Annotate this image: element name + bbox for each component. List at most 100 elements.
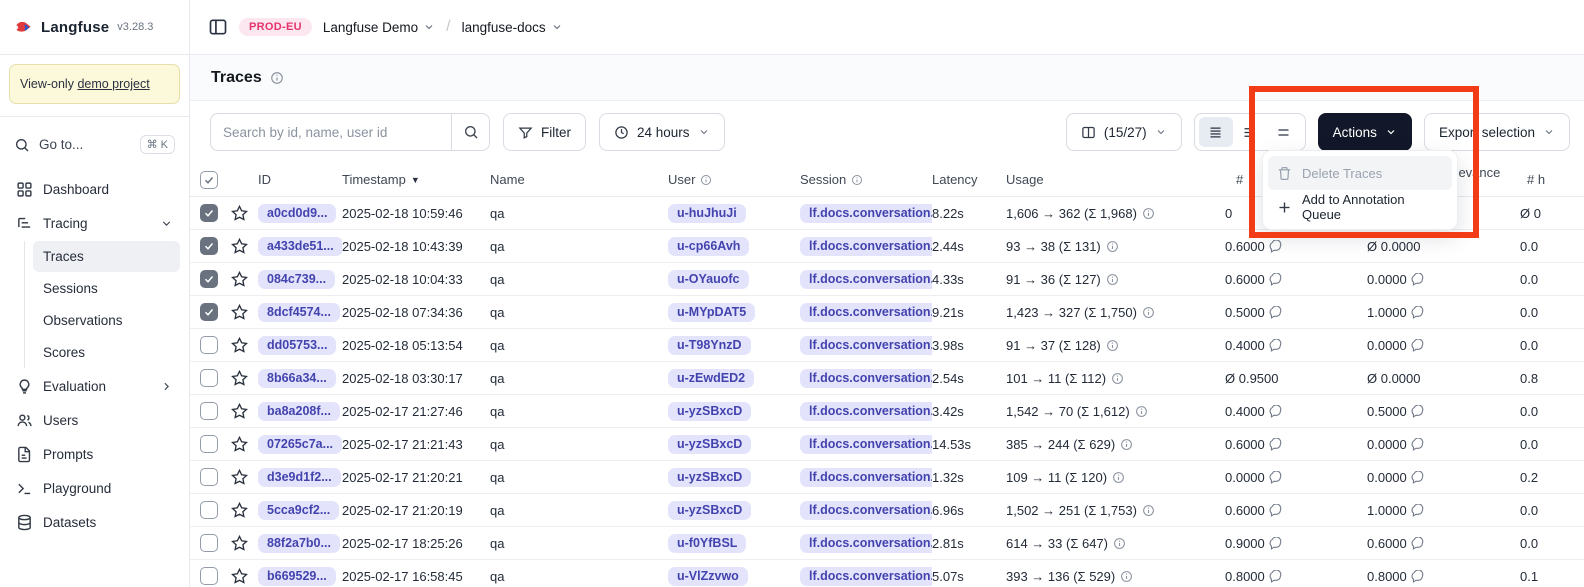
bookmark-star-icon[interactable]: [230, 303, 249, 322]
session-badge[interactable]: lf.docs.conversation...: [800, 204, 932, 223]
table-row[interactable]: 084c739...2025-02-18 10:04:33qau-OYauofc…: [190, 263, 1584, 296]
trace-id-badge[interactable]: d3e9d1f2...: [258, 468, 341, 487]
user-badge[interactable]: u-f0YfBSL: [668, 534, 746, 553]
user-badge[interactable]: u-yzSBxcD: [668, 468, 751, 487]
bookmark-star-icon[interactable]: [230, 237, 249, 256]
session-badge[interactable]: lf.docs.conversation...: [800, 402, 932, 421]
row-checkbox[interactable]: [200, 468, 218, 486]
table-row[interactable]: ba8a208f...2025-02-17 21:27:46qau-yzSBxc…: [190, 395, 1584, 428]
column-header-user[interactable]: User: [668, 172, 800, 187]
bookmark-star-icon[interactable]: [230, 402, 249, 421]
session-badge[interactable]: lf.docs.conversation...: [800, 303, 932, 322]
column-header-id[interactable]: ID: [258, 172, 342, 187]
table-row[interactable]: a433de51...2025-02-18 10:43:39qau-cp66Av…: [190, 230, 1584, 263]
project-switcher[interactable]: langfuse-docs: [462, 20, 563, 35]
table-row[interactable]: 88f2a7b0...2025-02-17 18:25:26qau-f0YfBS…: [190, 527, 1584, 560]
menu-item-delete-traces[interactable]: Delete Traces: [1268, 156, 1452, 190]
trace-id-badge[interactable]: ba8a208f...: [258, 402, 340, 421]
session-badge[interactable]: lf.docs.conversation...: [800, 468, 932, 487]
filter-button[interactable]: Filter: [503, 113, 586, 151]
session-badge[interactable]: lf.docs.conversation...: [800, 567, 932, 586]
row-height-medium-icon[interactable]: [1233, 117, 1267, 147]
search-input[interactable]: [211, 125, 451, 140]
trace-id-badge[interactable]: 07265c7a...: [258, 435, 342, 454]
row-checkbox[interactable]: [200, 534, 218, 552]
session-badge[interactable]: lf.docs.conversation...: [800, 435, 932, 454]
column-header-name[interactable]: Name: [490, 172, 668, 187]
actions-button[interactable]: Actions: [1318, 113, 1412, 151]
column-visibility-button[interactable]: (15/27): [1066, 113, 1182, 151]
sidebar-item-scores[interactable]: Scores: [33, 337, 180, 368]
sidebar-item-traces[interactable]: Traces: [33, 241, 180, 272]
trace-id-badge[interactable]: 88f2a7b0...: [258, 534, 340, 553]
user-badge[interactable]: u-T98YnzD: [668, 336, 751, 355]
sidebar-item-evaluation[interactable]: Evaluation: [9, 369, 180, 403]
sidebar-item-tracing[interactable]: Tracing: [9, 206, 180, 240]
sidebar-item-observations[interactable]: Observations: [33, 305, 180, 336]
column-header-latency[interactable]: Latency: [932, 172, 1006, 187]
sidebar-item-playground[interactable]: Playground: [9, 471, 180, 505]
row-checkbox[interactable]: [200, 369, 218, 387]
table-row[interactable]: b669529...2025-02-17 16:58:45qau-VlZzvwo…: [190, 560, 1584, 587]
user-badge[interactable]: u-OYauofc: [668, 270, 749, 289]
table-row[interactable]: 8b66a34...2025-02-18 03:30:17qau-zEwdED2…: [190, 362, 1584, 395]
user-badge[interactable]: u-yzSBxcD: [668, 501, 751, 520]
session-badge[interactable]: lf.docs.conversation...: [800, 237, 932, 256]
select-all-checkbox[interactable]: [200, 171, 218, 189]
sidebar-item-dashboard[interactable]: Dashboard: [9, 172, 180, 206]
session-badge[interactable]: lf.docs.conversation...: [800, 501, 932, 520]
column-header-last-fragment[interactable]: # h: [1515, 172, 1584, 187]
trace-id-badge[interactable]: 084c739...: [258, 270, 335, 289]
bookmark-star-icon[interactable]: [230, 468, 249, 487]
export-selection-button[interactable]: Export selection: [1424, 113, 1570, 151]
org-switcher[interactable]: Langfuse Demo: [323, 20, 435, 35]
menu-item-add-to-annotation-queue[interactable]: Add to Annotation Queue: [1268, 190, 1452, 224]
column-header-usage[interactable]: Usage: [1006, 172, 1222, 187]
sidebar-toggle-icon[interactable]: [208, 17, 228, 37]
row-height-small-icon[interactable]: [1199, 117, 1233, 147]
session-badge[interactable]: lf.docs.conversation...: [800, 369, 932, 388]
user-badge[interactable]: u-MYpDAT5: [668, 303, 755, 322]
session-badge[interactable]: lf.docs.conversation...: [800, 270, 932, 289]
trace-id-badge[interactable]: 8dcf4574...: [258, 303, 340, 322]
row-checkbox[interactable]: [200, 567, 218, 585]
bookmark-star-icon[interactable]: [230, 567, 249, 586]
user-badge[interactable]: u-huJhuJi: [668, 204, 746, 223]
trace-id-badge[interactable]: dd05753...: [258, 336, 336, 355]
user-badge[interactable]: u-yzSBxcD: [668, 435, 751, 454]
row-checkbox[interactable]: [200, 435, 218, 453]
bookmark-star-icon[interactable]: [230, 336, 249, 355]
bookmark-star-icon[interactable]: [230, 534, 249, 553]
user-badge[interactable]: u-zEwdED2: [668, 369, 754, 388]
time-range-button[interactable]: 24 hours: [599, 113, 725, 151]
search-submit-icon[interactable]: [451, 114, 489, 150]
table-row[interactable]: dd05753...2025-02-18 05:13:54qau-T98YnzD…: [190, 329, 1584, 362]
bookmark-star-icon[interactable]: [230, 204, 249, 223]
trace-id-badge[interactable]: 8b66a34...: [258, 369, 336, 388]
session-badge[interactable]: lf.docs.conversation...: [800, 336, 932, 355]
user-badge[interactable]: u-yzSBxcD: [668, 402, 751, 421]
row-checkbox[interactable]: [200, 336, 218, 354]
row-checkbox[interactable]: [200, 237, 218, 255]
table-row[interactable]: 8dcf4574...2025-02-18 07:34:36qau-MYpDAT…: [190, 296, 1584, 329]
row-checkbox[interactable]: [200, 501, 218, 519]
goto-search[interactable]: Go to... ⌘ K: [9, 129, 180, 160]
table-row[interactable]: d3e9d1f2...2025-02-17 21:20:21qau-yzSBxc…: [190, 461, 1584, 494]
table-row[interactable]: 07265c7a...2025-02-17 21:21:43qau-yzSBxc…: [190, 428, 1584, 461]
trace-id-badge[interactable]: a433de51...: [258, 237, 342, 256]
trace-id-badge[interactable]: a0cd0d9...: [258, 204, 336, 223]
sidebar-item-users[interactable]: Users: [9, 403, 180, 437]
trace-id-badge[interactable]: 5cca9cf2...: [258, 501, 339, 520]
column-header-session[interactable]: Session: [800, 172, 932, 187]
column-header-timestamp[interactable]: Timestamp▼: [342, 172, 490, 187]
row-checkbox[interactable]: [200, 303, 218, 321]
bookmark-star-icon[interactable]: [230, 501, 249, 520]
sidebar-item-prompts[interactable]: Prompts: [9, 437, 180, 471]
bookmark-star-icon[interactable]: [230, 369, 249, 388]
row-checkbox[interactable]: [200, 402, 218, 420]
row-checkbox[interactable]: [200, 270, 218, 288]
bookmark-star-icon[interactable]: [230, 270, 249, 289]
bookmark-star-icon[interactable]: [230, 435, 249, 454]
user-badge[interactable]: u-cp66Avh: [668, 237, 749, 256]
sidebar-item-sessions[interactable]: Sessions: [33, 273, 180, 304]
